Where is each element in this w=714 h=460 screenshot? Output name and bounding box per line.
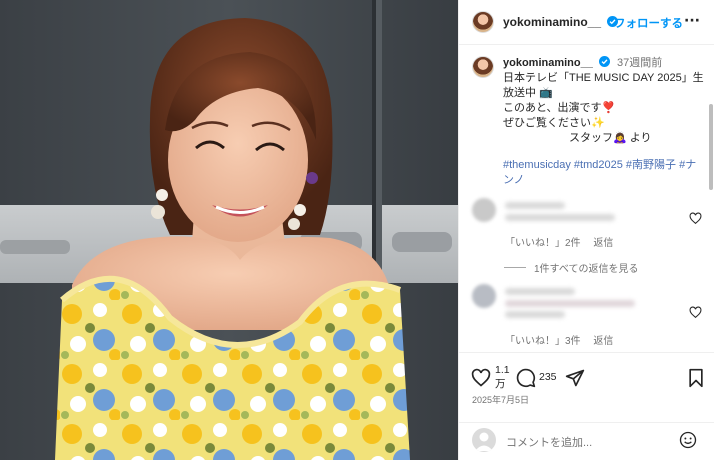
post-date[interactable]: 2025年7月5日 — [472, 393, 529, 406]
blurred-comment-text — [505, 311, 565, 318]
post-caption: yokominamino__ 37週間前 日本テレビ「THE MUSIC DAY… — [472, 56, 704, 188]
comment-likes[interactable]: 「いいね！」3件 — [505, 336, 581, 347]
view-replies-button[interactable]: 1件すべての返信を見る — [504, 260, 638, 275]
caption-line: このあと、出演です❣️ — [503, 102, 616, 114]
view-replies-label[interactable]: 1件すべての返信を見る — [534, 260, 638, 275]
replies-divider — [504, 267, 526, 268]
blurred-comment-text — [505, 202, 565, 209]
follow-button[interactable]: フォローする — [614, 15, 683, 31]
comment-composer: コメントを追加... — [459, 422, 714, 460]
photo-illustration — [0, 0, 458, 460]
default-user-icon — [475, 432, 493, 451]
post-actions: 1.1 万 235 2025年7月5日 — [459, 352, 714, 422]
caption-line: 放送中 📺 — [503, 87, 553, 99]
blurred-comment-text — [505, 288, 575, 295]
like-count[interactable]: 1.1 — [495, 364, 510, 376]
save-bookmark-icon[interactable] — [687, 368, 705, 388]
caption-username[interactable]: yokominamino__ — [503, 57, 593, 69]
comment-input[interactable]: コメントを追加... — [506, 434, 592, 450]
caption-author-avatar[interactable] — [472, 56, 494, 78]
caption-line: スタッフ🙇‍♀️ より — [503, 132, 652, 144]
caption-line: 日本テレビ「THE MUSIC DAY 2025」生 — [503, 72, 704, 84]
comment-like-heart-icon[interactable] — [689, 306, 702, 319]
verified-badge-icon — [598, 56, 610, 67]
comment-count[interactable]: 235 — [539, 371, 557, 383]
author-avatar[interactable] — [472, 11, 494, 33]
blurred-comment-text — [505, 214, 615, 221]
current-user-avatar — [472, 428, 496, 452]
instagram-post-modal: yokominamino__ フォローする ··· yokominamino__ — [0, 0, 714, 460]
post-side-panel: yokominamino__ フォローする ··· yokominamino__ — [458, 0, 714, 460]
comment-like-heart-icon[interactable] — [689, 212, 702, 225]
comment-reply-button[interactable]: 返信 — [593, 238, 613, 249]
caption-hashtags[interactable]: #themusicday #tmd2025 #南野陽子 #ナ — [503, 158, 698, 173]
caption-time-ago[interactable]: 37週間前 — [617, 57, 662, 69]
post-photo[interactable] — [0, 0, 458, 460]
like-count-unit[interactable]: 万 — [495, 376, 506, 391]
like-heart-icon[interactable] — [471, 368, 491, 388]
commenter-avatar[interactable] — [472, 284, 496, 308]
share-send-icon[interactable] — [565, 368, 585, 388]
comment-reply-button[interactable]: 返信 — [593, 336, 613, 347]
blurred-comment-text — [505, 300, 635, 307]
comments-scroll-area[interactable]: yokominamino__ 37週間前 日本テレビ「THE MUSIC DAY… — [459, 46, 714, 352]
post-header: yokominamino__ フォローする ··· — [459, 0, 714, 45]
author-username-text[interactable]: yokominamino__ — [503, 15, 601, 29]
more-options-icon[interactable]: ··· — [684, 13, 700, 29]
caption-hashtags[interactable]: ンノ — [503, 173, 698, 188]
author-username[interactable]: yokominamino__ — [503, 15, 619, 29]
commenter-avatar[interactable] — [472, 198, 496, 222]
caption-line: ぜひご覧ください✨ — [503, 117, 605, 129]
comment-likes[interactable]: 「いいね！」2件 — [505, 238, 581, 249]
comments-scrollbar[interactable] — [709, 104, 713, 190]
emoji-picker-icon[interactable] — [679, 431, 697, 449]
comment-bubble-icon[interactable] — [516, 368, 536, 388]
